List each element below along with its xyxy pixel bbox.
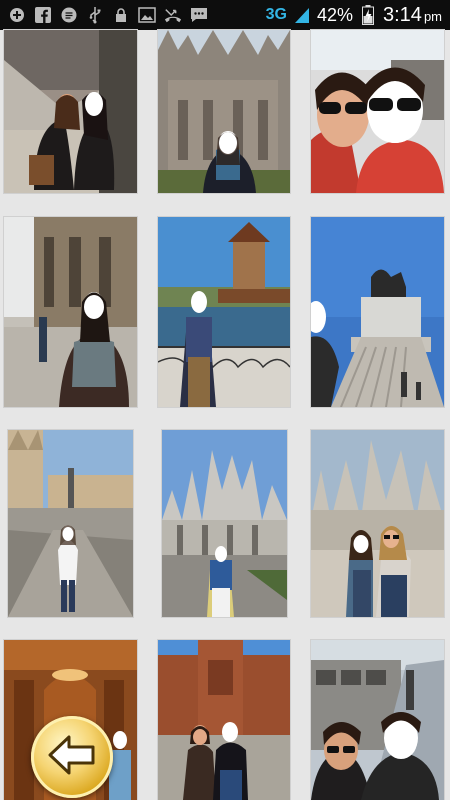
- missed-call-icon: [164, 6, 182, 24]
- chat-bubble-icon: [60, 6, 78, 24]
- signal-icon: [293, 6, 311, 24]
- arrow-left-icon: [47, 734, 97, 781]
- clock: 3:14 pm: [383, 3, 442, 26]
- photo-tile-6[interactable]: [311, 217, 444, 407]
- photo-tile-11[interactable]: [158, 640, 290, 800]
- photo-tile-2[interactable]: [158, 30, 290, 193]
- photo-tile-9[interactable]: [311, 430, 444, 617]
- image-icon: [138, 6, 156, 24]
- status-bar: 3G 42% 3:14 pm: [0, 0, 450, 30]
- photo-tile-5[interactable]: [158, 217, 290, 407]
- usb-icon: [86, 6, 104, 24]
- photo-grid: [0, 30, 450, 800]
- photo-tile-7[interactable]: [8, 430, 133, 617]
- photo-tile-12[interactable]: [311, 640, 444, 800]
- network-type: 3G: [265, 6, 287, 23]
- photo-tile-1[interactable]: [4, 30, 137, 193]
- lock-icon: [112, 6, 130, 24]
- battery-charging-icon: [359, 5, 377, 25]
- facebook-icon: [34, 6, 52, 24]
- battery-percent: 42%: [316, 4, 353, 25]
- message-icon: [190, 6, 208, 24]
- photo-tile-3[interactable]: [311, 30, 444, 193]
- add-icon: [8, 6, 26, 24]
- photo-tile-8[interactable]: [162, 430, 287, 617]
- back-button[interactable]: [31, 716, 113, 798]
- photo-tile-4[interactable]: [4, 217, 137, 407]
